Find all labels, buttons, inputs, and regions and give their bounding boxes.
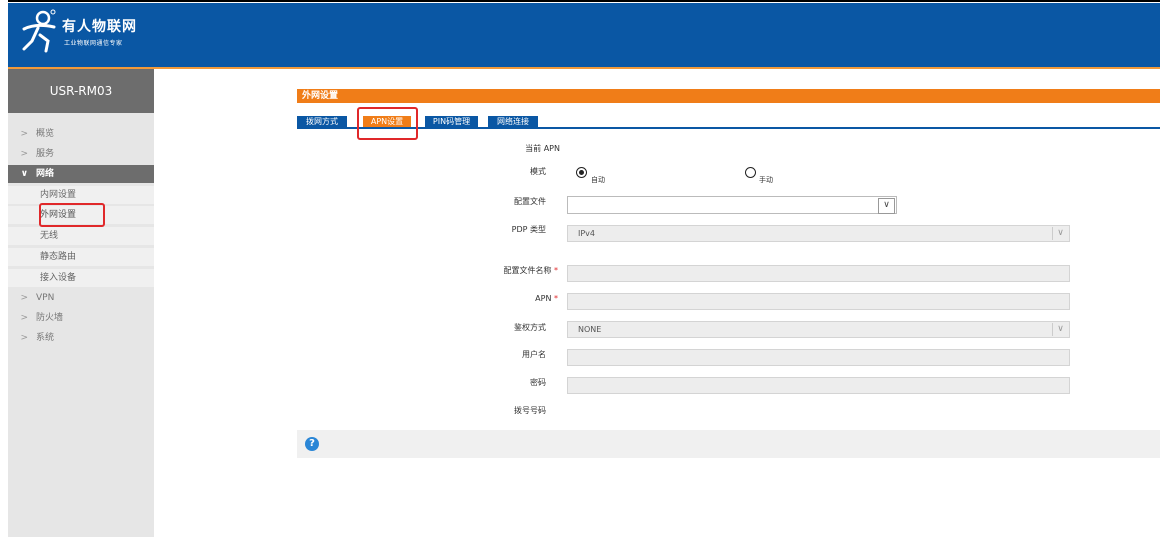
sidebar-subitem-static-route[interactable]: 静态路由 — [8, 248, 154, 266]
sidebar-item-network[interactable]: ∨ 网络 — [8, 165, 154, 183]
username-label: 用户名 — [522, 350, 546, 359]
chevron-right-icon: > — [20, 333, 28, 343]
auth-select[interactable]: NONE ∨ — [567, 321, 1070, 338]
pdp-type-value: IPv4 — [578, 229, 596, 238]
highlight-box-apn-tab — [357, 107, 418, 140]
profile-name-label: 配置文件名称 * — [478, 265, 558, 276]
sidebar-item-label: 概览 — [36, 129, 55, 139]
required-mark: * — [554, 294, 558, 303]
sidebar-item-label: 服务 — [36, 149, 55, 159]
mode-label: 模式 — [530, 167, 546, 176]
pdp-type-select[interactable]: IPv4 ∨ — [567, 225, 1070, 242]
username-input[interactable] — [567, 349, 1070, 366]
sidebar-item-system[interactable]: > 系统 — [8, 329, 154, 347]
sidebar-item-vpn[interactable]: > VPN — [8, 289, 154, 307]
sidebar-item-services[interactable]: > 服务 — [8, 145, 154, 163]
chevron-down-icon: ∨ — [1052, 323, 1068, 336]
current-apn-label: 当前 APN — [525, 144, 560, 153]
chevron-down-icon: ∨ — [1052, 227, 1068, 240]
sidebar-item-firewall[interactable]: > 防火墙 — [8, 309, 154, 327]
password-input[interactable] — [567, 377, 1070, 394]
brand-tagline: 工业物联网通信专家 — [64, 40, 123, 47]
device-name: USR-RM03 — [8, 69, 154, 113]
sidebar-item-label: 网络 — [36, 169, 55, 179]
profile-name-input[interactable] — [567, 265, 1070, 282]
mode-manual-radio[interactable] — [745, 167, 756, 178]
password-label: 密码 — [530, 378, 546, 387]
sidebar-item-label: 防火墙 — [36, 313, 64, 323]
top-rule — [8, 0, 1160, 2]
profile-select[interactable]: ∨ — [567, 196, 897, 214]
header: 有人物联网 工业物联网通信专家 — [8, 3, 1160, 67]
header-accent-line — [8, 67, 1160, 69]
chevron-down-icon: ∨ — [20, 169, 28, 179]
dial-number-label: 拨号号码 — [514, 406, 546, 415]
chevron-right-icon: > — [20, 149, 28, 159]
person-logo-icon — [22, 9, 56, 53]
chevron-down-icon: ∨ — [878, 198, 895, 214]
tab-underline — [297, 127, 1160, 129]
apn-label-text: APN — [535, 294, 552, 303]
chevron-right-icon: > — [20, 313, 28, 323]
sidebar: USR-RM03 > 概览 > 服务 ∨ 网络 内网设置 外网设置 无线 静态路由 接… — [8, 69, 154, 537]
highlight-box-wan — [39, 203, 105, 227]
help-icon[interactable]: ? — [305, 437, 319, 451]
apn-label: APN * — [478, 294, 558, 303]
sidebar-item-overview[interactable]: > 概览 — [8, 125, 154, 143]
mode-auto-label: 自动 — [591, 176, 605, 184]
apn-input[interactable] — [567, 293, 1070, 310]
profile-name-label-text: 配置文件名称 — [503, 266, 552, 275]
auth-label: 鉴权方式 — [514, 323, 546, 332]
sidebar-subitem-lan[interactable]: 内网设置 — [8, 186, 154, 204]
sidebar-item-label: 系统 — [36, 333, 55, 343]
sidebar-subitem-devices[interactable]: 接入设备 — [8, 269, 154, 287]
pdp-type-label: PDP 类型 — [511, 225, 546, 234]
section-title: 外网设置 — [297, 89, 1160, 103]
brand-name: 有人物联网 — [62, 19, 137, 35]
mode-auto-radio[interactable] — [576, 167, 587, 178]
chevron-right-icon: > — [20, 129, 28, 139]
profile-label: 配置文件 — [514, 197, 546, 206]
form-footer — [297, 430, 1160, 458]
chevron-right-icon: > — [20, 293, 28, 303]
sidebar-subitem-wireless[interactable]: 无线 — [8, 227, 154, 245]
auth-value: NONE — [578, 325, 602, 334]
sidebar-item-label: VPN — [36, 293, 55, 303]
required-mark: * — [554, 266, 558, 275]
mode-manual-label: 手动 — [759, 176, 773, 184]
